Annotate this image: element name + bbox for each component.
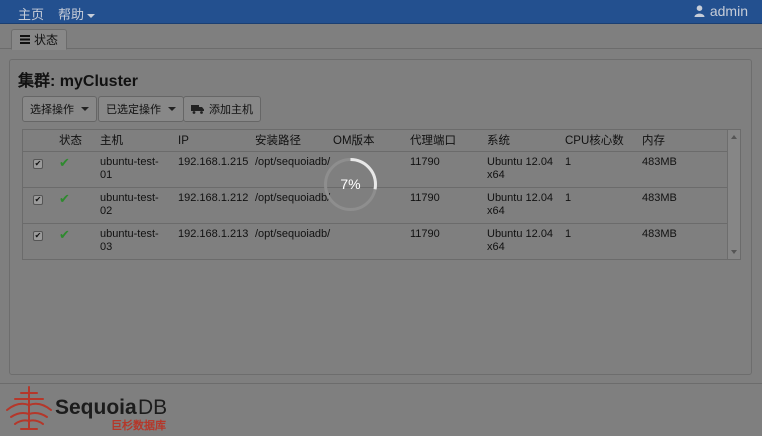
- loading-percentage: 7%: [340, 176, 361, 192]
- host-table: 状态 主机 IP 安装路径 OM版本 代理端口 系统 CPU核心数 内存 ✔ ✔…: [22, 129, 741, 260]
- cell-memory: 483MB: [642, 156, 677, 168]
- tab-status[interactable]: 状态: [11, 29, 68, 50]
- header-cpu: CPU核心数: [565, 135, 624, 147]
- row-checkbox[interactable]: ✔: [33, 195, 43, 205]
- cell-memory: 483MB: [642, 192, 677, 204]
- user-menu[interactable]: admin: [694, 3, 748, 19]
- user-name: admin: [709, 3, 748, 19]
- table-header: 状态 主机 IP 安装路径 OM版本 代理端口 系统 CPU核心数 内存: [23, 130, 728, 152]
- user-icon: [694, 5, 705, 17]
- list-icon: [20, 35, 30, 44]
- cluster-title: 集群: myCluster: [18, 73, 139, 90]
- cell-memory: 483MB: [642, 228, 677, 240]
- brand-tagline: 巨杉数据库: [111, 418, 166, 432]
- cell-cpu: 1: [565, 192, 572, 204]
- row-checkbox[interactable]: ✔: [33, 159, 43, 169]
- loading-spinner: 7%: [322, 156, 379, 213]
- status-ok-icon: ✔: [59, 227, 70, 242]
- scroll-up-icon[interactable]: [731, 135, 737, 139]
- cell-cpu: 1: [565, 228, 572, 240]
- cell-ip: 192.168.1.215: [178, 156, 249, 168]
- header-os: 系统: [487, 135, 510, 147]
- cell-path: /opt/sequoiadb/: [255, 228, 331, 240]
- header-om-version: OM版本: [333, 135, 375, 147]
- nav-help-label: 帮助: [58, 7, 85, 22]
- table-row[interactable]: ✔ ✔ ubuntu-test-03 192.168.1.213 /opt/se…: [23, 224, 728, 260]
- brand-name-suffix: DB: [138, 396, 167, 419]
- tab-strip: 状态: [0, 25, 762, 50]
- header-status: 状态: [59, 135, 82, 147]
- chevron-down-icon: [168, 107, 176, 111]
- top-navbar: 主页 帮助 admin: [0, 0, 762, 24]
- add-host-label: 添加主机: [209, 104, 253, 116]
- truck-icon: [191, 104, 204, 114]
- nav-home-link[interactable]: 主页: [18, 4, 44, 23]
- select-operation-label: 选择操作: [30, 104, 74, 116]
- brand-name-main: Sequoia: [55, 396, 137, 419]
- status-ok-icon: ✔: [59, 191, 70, 206]
- status-ok-icon: ✔: [59, 155, 70, 170]
- tab-status-label: 状态: [34, 33, 59, 47]
- scroll-down-icon[interactable]: [731, 250, 737, 254]
- cell-path: /opt/sequoiadb/: [255, 192, 331, 204]
- cell-os: Ubuntu 12.04 x64: [487, 228, 554, 253]
- add-host-button[interactable]: 添加主机: [183, 96, 261, 122]
- cell-agent-port: 11790: [410, 228, 440, 240]
- cell-host: ubuntu-test-03: [100, 228, 159, 253]
- cell-host: ubuntu-test-02: [100, 192, 159, 217]
- row-checkbox[interactable]: ✔: [33, 231, 43, 241]
- header-memory: 内存: [642, 135, 665, 147]
- sequoiadb-logo: Sequoia DB 巨杉数据库: [5, 384, 205, 434]
- table-scrollbar[interactable]: [727, 130, 740, 259]
- cell-os: Ubuntu 12.04 x64: [487, 156, 554, 181]
- header-ip: IP: [178, 135, 189, 147]
- select-operation-button[interactable]: 选择操作: [22, 96, 97, 122]
- nav-help-menu[interactable]: 帮助: [58, 4, 96, 23]
- cluster-panel: 集群: myCluster 选择操作 已选定操作 添加主机 状态 主机 IP 安…: [9, 59, 752, 375]
- cell-path: /opt/sequoiadb/: [255, 156, 331, 168]
- cell-agent-port: 11790: [410, 192, 440, 204]
- cell-host: ubuntu-test-01: [100, 156, 159, 181]
- cell-agent-port: 11790: [410, 156, 440, 168]
- header-path: 安装路径: [255, 135, 301, 147]
- selected-operation-button[interactable]: 已选定操作: [98, 96, 184, 122]
- chevron-down-icon: [81, 107, 89, 111]
- chevron-down-icon: [87, 13, 96, 18]
- cell-cpu: 1: [565, 156, 572, 168]
- cell-ip: 192.168.1.212: [178, 192, 249, 204]
- selected-operation-label: 已选定操作: [106, 104, 161, 116]
- header-agent-port: 代理端口: [410, 135, 456, 147]
- header-host: 主机: [100, 135, 123, 147]
- cell-os: Ubuntu 12.04 x64: [487, 192, 554, 217]
- sequoiadb-logo-graphic: Sequoia DB 巨杉数据库: [6, 386, 167, 432]
- cell-ip: 192.168.1.213: [178, 228, 249, 240]
